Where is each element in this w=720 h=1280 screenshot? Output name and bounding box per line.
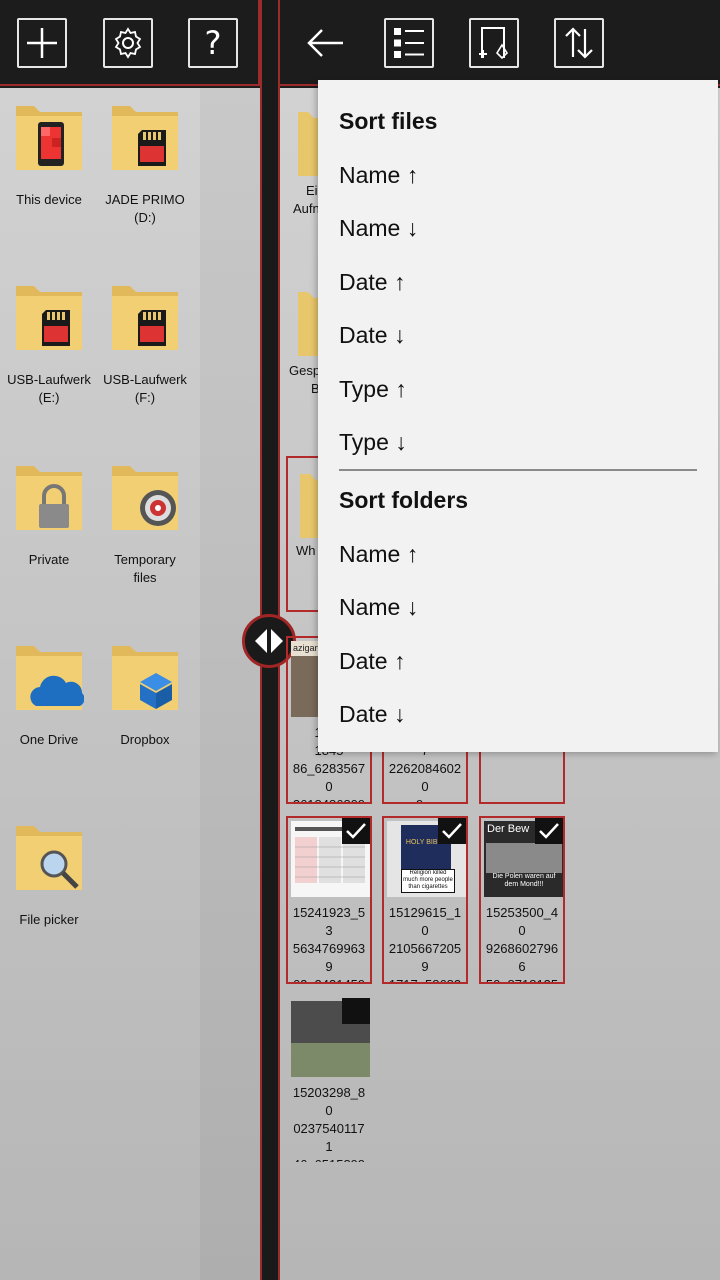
selected-folder-tile[interactable] [286,456,320,612]
help-button[interactable]: ? [188,18,238,68]
sort-files-type-asc[interactable]: Type ↑ [339,376,407,403]
add-button[interactable] [17,18,67,68]
folder-label: Temporary files [114,552,176,585]
folder-one-drive[interactable]: One Drive [0,640,98,749]
sort-files-name-asc[interactable]: Name ↑ [339,162,418,189]
checkmark-icon[interactable] [438,818,466,844]
dropbox-folder-icon [112,646,178,710]
sort-folders-date-desc[interactable]: Date ↓ [339,701,405,728]
folder-usb-laufwerk-e[interactable]: USB-Laufwerk (E:) [0,280,98,407]
file-name: 15129615_10210566720591717_5868289672927… [388,905,462,982]
cloud-folder-icon [16,646,85,710]
split-arrows-icon [255,629,283,653]
checkmark-icon[interactable] [535,818,563,844]
gear-folder-icon [112,466,178,530]
folder-this-device[interactable]: This device [0,100,98,209]
sort-menu: Sort files Name ↑ Name ↓ Date ↑ Date ↓ T… [318,80,718,752]
settings-button[interactable] [103,18,153,68]
sdcard-folder-icon [112,286,178,350]
checkmark-icon[interactable] [342,818,370,844]
help-icon: ? [204,24,222,62]
thumbnail-text: Der Bew [487,823,530,835]
sort-files-header: Sort files [339,108,438,134]
sort-button[interactable] [554,18,604,68]
lock-folder-icon [16,466,82,530]
sort-folders-name-asc[interactable]: Name ↑ [339,541,418,568]
sdcard-folder-icon [112,106,178,170]
right-toolbar [278,0,720,86]
folder-icon [298,292,318,356]
folder-file-picker[interactable]: File picker [0,820,98,929]
sdcard-folder-icon [16,286,82,350]
folder-temporary-files[interactable]: Temporary files [96,460,194,587]
file-tile[interactable]: Der Bew Die Polen waren auf dem Mond!!! … [479,816,565,984]
folder-label-partial: Gesp [289,363,321,378]
plus-icon [27,28,57,58]
sort-files-name-desc[interactable]: Name ↓ [339,215,418,242]
sort-files-date-desc[interactable]: Date ↓ [339,322,405,349]
menu-separator [339,469,697,471]
left-toolbar: ? [0,0,260,86]
sort-icon [565,27,593,59]
folder-label: USB-Laufwerk (F:) [103,372,187,405]
view-mode-button[interactable] [384,18,434,68]
magnifier-folder-icon [16,826,82,890]
folder-icon [300,474,320,538]
checkbox-empty[interactable] [342,998,370,1024]
select-icon [479,27,509,60]
folder-private[interactable]: Private [0,460,98,569]
back-arrow-icon [307,29,343,57]
folder-label: Dropbox [120,732,170,747]
thumbnail-caption: Religion killed much more people than ci… [401,869,455,893]
file-name: 15253500_409268602796650_871813563620081… [485,905,559,982]
sort-folders-name-desc[interactable]: Name ↓ [339,594,418,621]
folder-label: Private [28,552,70,567]
gear-icon [114,27,142,59]
folder-label-partial: Aufn [293,201,320,216]
folder-icon [298,112,318,176]
folder-label: JADE PRIMO (D:) [105,192,185,225]
folder-label-partial: Ei [306,183,318,198]
folder-jade-primo-d[interactable]: JADE PRIMO (D:) [96,100,194,227]
folder-label: USB-Laufwerk (E:) [7,372,91,405]
file-tile[interactable]: 15241923_535634769963962_243145924790426… [286,816,372,984]
sort-files-date-asc[interactable]: Date ↑ [339,269,405,296]
select-button[interactable] [469,18,519,68]
sort-folders-date-asc[interactable]: Date ↑ [339,648,405,675]
file-tile[interactable]: HOLY BIBLE Religion killed much more peo… [382,816,468,984]
folder-usb-laufwerk-f[interactable]: USB-Laufwerk (F:) [96,280,194,407]
sort-files-type-desc[interactable]: Type ↓ [339,429,407,456]
phone-folder-icon [16,106,82,170]
sort-folders-header: Sort folders [339,487,469,513]
folder-dropbox[interactable]: Dropbox [96,640,194,749]
file-name: 15203298_800237540117146_651589980390315… [292,1085,366,1162]
file-tile[interactable]: 15203298_800237540117146_651589980390315… [286,996,372,1164]
thumbnail-caption: Die Polen waren auf dem Mond!!! [492,873,556,888]
back-button[interactable] [300,18,350,68]
folder-label: One Drive [19,732,79,747]
file-name: 15241923_535634769963962_243145924790426… [292,905,366,982]
folder-label: This device [16,192,82,207]
list-view-icon [394,28,424,58]
folder-label: File picker [19,912,79,927]
